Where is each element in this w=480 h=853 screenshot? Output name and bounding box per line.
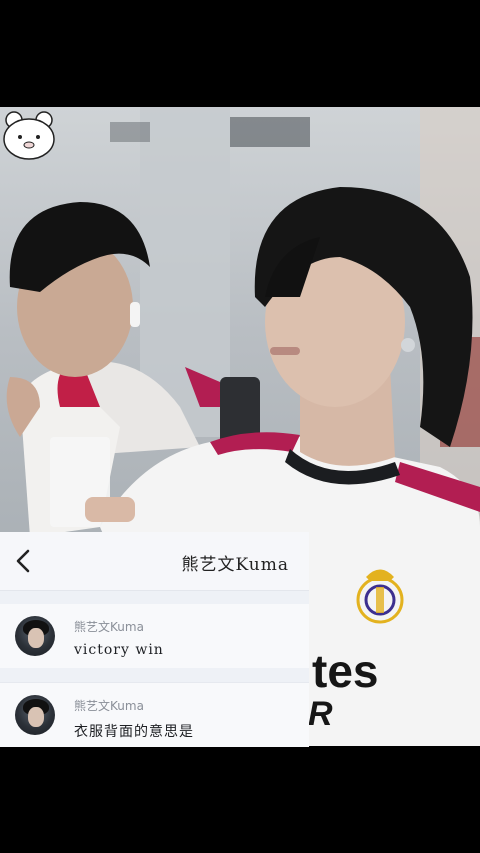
message-text: victory win — [74, 642, 164, 658]
jersey-sponsor-text-2: R — [308, 695, 333, 733]
chat-header: 熊艺文Kuma — [0, 532, 309, 591]
message-text: 衣服背面的意思是 — [74, 724, 194, 740]
message-item[interactable]: 熊艺文Kuma 衣服背面的意思是 — [0, 682, 309, 747]
jersey-sponsor-text: tes — [312, 645, 378, 697]
avatar[interactable] — [15, 616, 55, 656]
message-author: 熊艺文Kuma — [74, 699, 144, 713]
bear-face-icon — [3, 111, 55, 160]
chevron-left-icon[interactable] — [12, 548, 36, 574]
message-author: 熊艺文Kuma — [74, 620, 144, 634]
chat-panel: 熊艺文Kuma 熊艺文Kuma victory win 熊艺文Kuma 衣服背面… — [0, 532, 309, 747]
message-item[interactable]: 熊艺文Kuma victory win — [0, 604, 309, 668]
chat-title: 熊艺文Kuma — [181, 555, 289, 575]
avatar[interactable] — [15, 695, 55, 735]
